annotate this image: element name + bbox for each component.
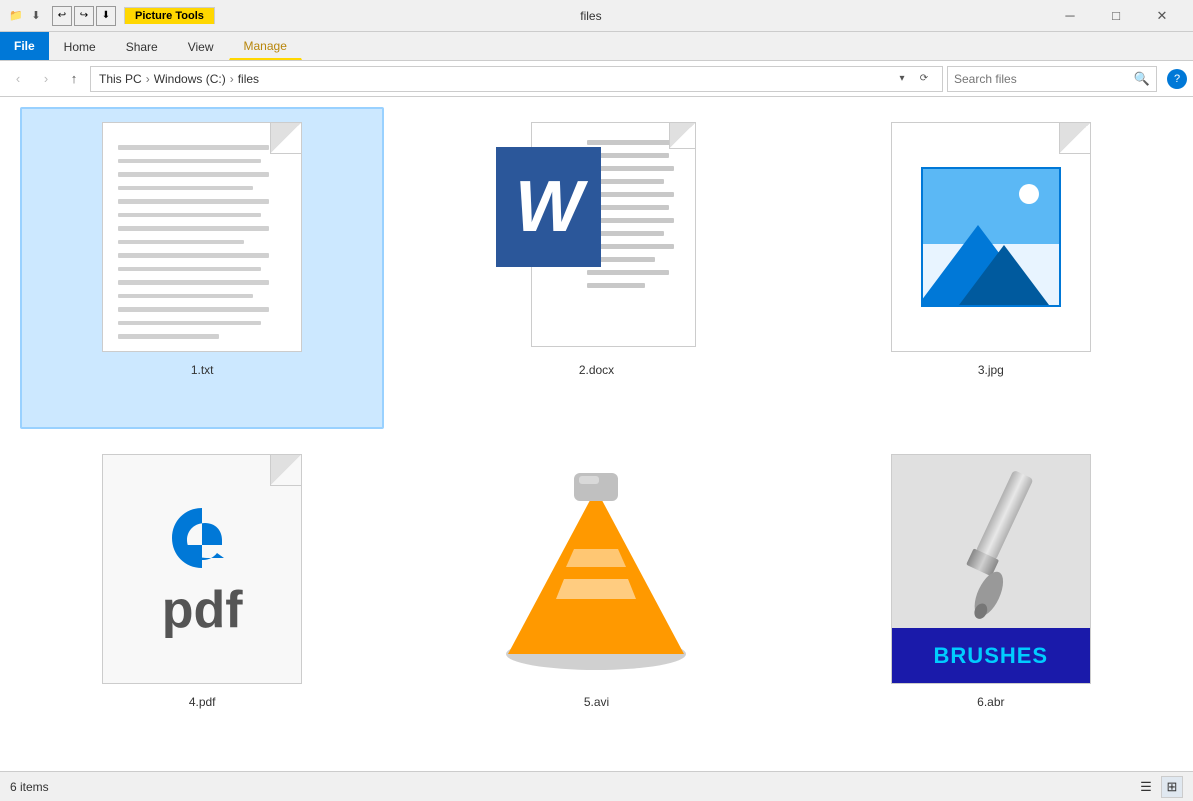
file-icon-txt [82,117,322,357]
window-controls: ─ □ ✕ [1047,0,1185,32]
abr-document-icon: BRUSHES [891,454,1091,684]
file-item-abr[interactable]: BRUSHES 6.abr [809,439,1173,761]
word-icon-badge: W [496,147,601,267]
view-toggle: ☰ ⊞ [1135,776,1183,798]
file-label-avi: 5.avi [584,695,609,709]
redo-btn[interactable]: ↪ [74,6,94,26]
file-label-pdf: 4.pdf [189,695,216,709]
path-arrows: ▾ ⟳ [892,67,934,91]
minimize-button[interactable]: ─ [1047,0,1093,32]
folder-icon: 📁 [8,8,24,24]
quick-access-toolbar: ↩ ↪ ⬇ [52,6,116,26]
ribbon-tabs: File Home Share View Manage [0,32,1193,60]
quick-access-icon: ⬇ [28,8,44,24]
file-label-txt: 1.txt [191,363,214,377]
up-button[interactable]: ↑ [62,67,86,91]
file-label-docx: 2.docx [579,363,614,377]
tab-view[interactable]: View [173,32,229,60]
file-icon-jpg [871,117,1111,357]
back-button[interactable]: ‹ [6,67,30,91]
close-button[interactable]: ✕ [1139,0,1185,32]
file-icon-docx: W [476,117,716,357]
tab-home[interactable]: Home [49,32,111,60]
window-title: files [135,9,1047,23]
file-item-docx[interactable]: W 2.docx [414,107,778,429]
file-label-abr: 6.abr [977,695,1004,709]
help-button[interactable]: ? [1167,69,1187,89]
path-sep-1: › [146,72,150,86]
tab-file[interactable]: File [0,32,49,60]
title-bar-icons: 📁 ⬇ [8,8,44,24]
item-count: 6 items [10,780,49,794]
file-item-jpg[interactable]: 3.jpg [809,107,1173,429]
file-label-jpg: 3.jpg [978,363,1004,377]
main-area: 1.txt [0,97,1193,771]
status-bar: 6 items ☰ ⊞ [0,771,1193,801]
large-icons-view-btn[interactable]: ⊞ [1161,776,1183,798]
undo-btn[interactable]: ↩ [52,6,72,26]
docx-document-icon: W [496,122,696,352]
file-item-pdf[interactable]: pdf 4.pdf [20,439,384,761]
path-files: files [238,72,259,86]
tab-share[interactable]: Share [111,32,173,60]
tab-manage[interactable]: Manage [229,32,302,60]
path-this-pc: This PC [99,72,142,86]
file-icon-pdf: pdf [82,449,322,689]
brush-svg [911,462,1071,622]
search-input[interactable] [954,72,1130,86]
ribbon: File Home Share View Manage [0,32,1193,61]
search-icon[interactable]: 🔍 [1134,71,1150,87]
file-icon-avi [476,449,716,689]
props-btn[interactable]: ⬇ [96,6,116,26]
abr-bottom-bar: BRUSHES [892,628,1090,683]
vlc-cone-svg [486,459,706,679]
jpg-preview [921,167,1061,307]
details-view-btn[interactable]: ☰ [1135,776,1157,798]
file-grid: 1.txt [0,97,1193,771]
file-item-avi[interactable]: 5.avi [414,439,778,761]
jpg-document-icon [891,122,1091,352]
abr-brushes-text: BRUSHES [934,643,1049,669]
address-bar: ‹ › ↑ This PC › Windows (C:) › files ▾ ⟳… [0,61,1193,97]
pdf-text: pdf [162,584,243,636]
path-sep-2: › [230,72,234,86]
file-item-txt[interactable]: 1.txt [20,107,384,429]
edge-logo [167,503,237,584]
title-bar: 📁 ⬇ ↩ ↪ ⬇ Picture Tools files ─ □ ✕ [0,0,1193,32]
pdf-document-icon: pdf [102,454,302,684]
file-icon-abr: BRUSHES [871,449,1111,689]
path-refresh-button[interactable]: ⟳ [914,67,934,91]
address-path[interactable]: This PC › Windows (C:) › files ▾ ⟳ [90,66,943,92]
maximize-button[interactable]: □ [1093,0,1139,32]
abr-brush-area [892,455,1090,628]
vlc-icon [476,449,716,689]
forward-button[interactable]: › [34,67,58,91]
search-box[interactable]: 🔍 [947,66,1157,92]
path-windows-c: Windows (C:) [154,72,226,86]
txt-document-icon [102,122,302,352]
path-dropdown-button[interactable]: ▾ [892,67,912,91]
